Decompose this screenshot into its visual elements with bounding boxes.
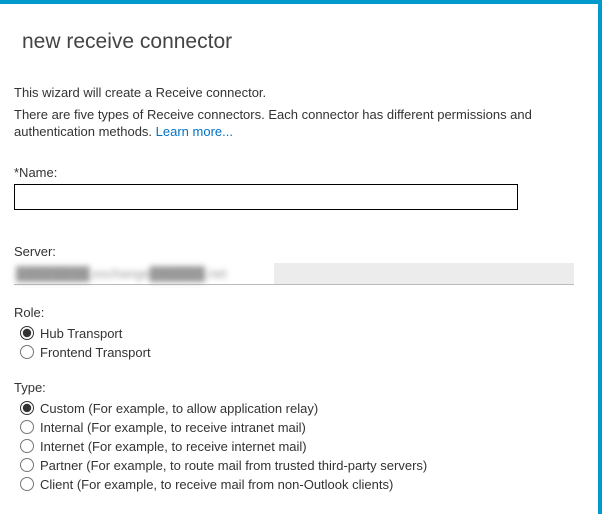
role-option-label: Hub Transport [40,326,122,341]
type-radio-custom[interactable] [20,401,34,415]
type-radio-group: Custom (For example, to allow applicatio… [14,401,574,492]
wizard-intro-2: There are five types of Receive connecto… [14,106,574,141]
role-option-frontend-transport[interactable]: Frontend Transport [20,345,574,360]
type-group-label: Type: [14,380,574,395]
name-label: *Name: [14,165,574,180]
wizard-intro-2-text: There are five types of Receive connecto… [14,107,532,140]
type-option-label: Internal (For example, to receive intran… [40,420,306,435]
type-option-partner[interactable]: Partner (For example, to route mail from… [20,458,574,473]
type-option-label: Custom (For example, to allow applicatio… [40,401,318,416]
type-option-custom[interactable]: Custom (For example, to allow applicatio… [20,401,574,416]
server-value: ████████.exchange██████.net [16,266,227,281]
type-option-label: Client (For example, to receive mail fro… [40,477,393,492]
role-radio-group: Hub Transport Frontend Transport [14,326,574,360]
type-radio-client[interactable] [20,477,34,491]
type-option-client[interactable]: Client (For example, to receive mail fro… [20,477,574,492]
wizard-intro-1: This wizard will create a Receive connec… [14,84,574,102]
role-group-label: Role: [14,305,574,320]
type-option-internet[interactable]: Internet (For example, to receive intern… [20,439,574,454]
name-input[interactable] [14,184,518,210]
type-radio-internet[interactable] [20,439,34,453]
role-radio-hub-transport[interactable] [20,326,34,340]
server-row: ████████.exchange██████.net [14,263,574,285]
learn-more-link[interactable]: Learn more... [156,124,233,139]
type-radio-partner[interactable] [20,458,34,472]
page-title: new receive connector [22,30,574,54]
role-radio-frontend-transport[interactable] [20,345,34,359]
type-radio-internal[interactable] [20,420,34,434]
type-option-label: Internet (For example, to receive intern… [40,439,307,454]
type-option-label: Partner (For example, to route mail from… [40,458,427,473]
type-option-internal[interactable]: Internal (For example, to receive intran… [20,420,574,435]
role-option-hub-transport[interactable]: Hub Transport [20,326,574,341]
role-option-label: Frontend Transport [40,345,151,360]
server-label: Server: [14,244,574,259]
